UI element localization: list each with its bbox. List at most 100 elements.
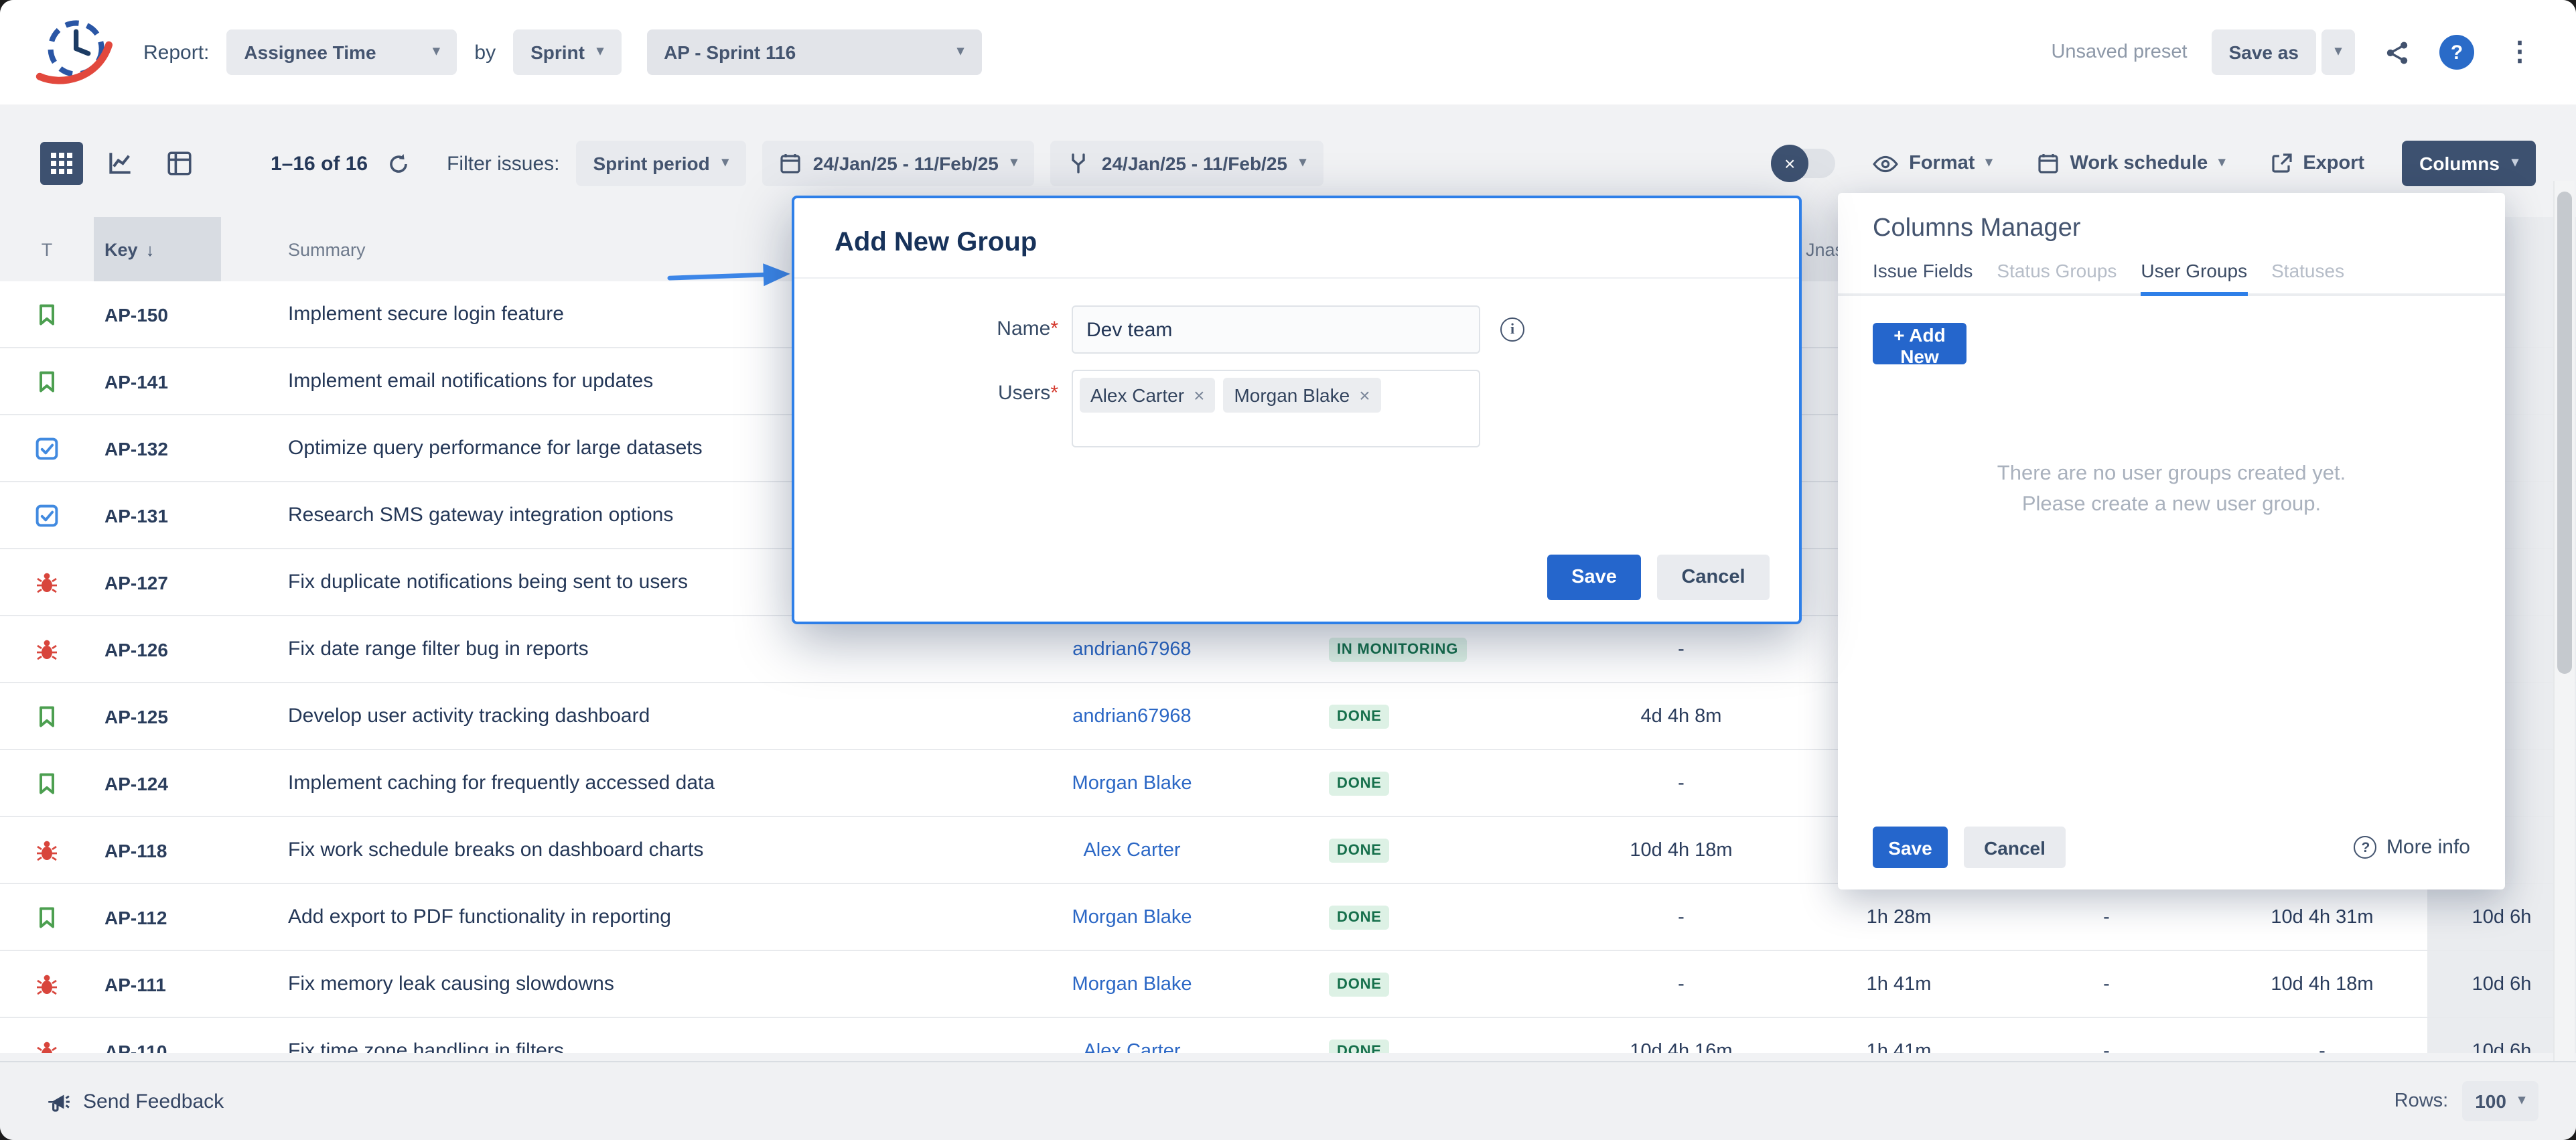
name-label: Name*: [794, 305, 1072, 340]
work-schedule-button[interactable]: Work schedule ▾: [2030, 151, 2234, 175]
add-new-group-modal: Add New Group Name* i Users* Alex Carter…: [792, 196, 1802, 624]
table-row[interactable]: AP-110Fix time zone handling in filtersA…: [0, 1018, 2576, 1053]
format-button[interactable]: Format ▾: [1865, 151, 2000, 175]
report-type-select[interactable]: Assignee Time ▾: [226, 29, 457, 75]
columns-button[interactable]: Columns ▾: [2402, 141, 2536, 186]
assignee-link[interactable]: Morgan Blake: [1072, 906, 1192, 928]
column-header-type[interactable]: T: [0, 239, 94, 259]
time-cell: -: [1996, 973, 2217, 995]
group-name-input[interactable]: [1072, 305, 1480, 354]
tab-user-groups[interactable]: User Groups: [2141, 260, 2247, 296]
time-cell: -: [1996, 906, 2217, 928]
chevron-down-icon: ▾: [597, 46, 603, 59]
assignee-link[interactable]: Alex Carter: [1083, 1040, 1180, 1053]
story-icon: [35, 771, 59, 795]
visibility-toggle[interactable]: ×: [1774, 149, 1835, 178]
tab-issue-fields[interactable]: Issue Fields: [1873, 260, 1973, 293]
status-badge: DONE: [1329, 839, 1390, 863]
grid-view-button[interactable]: [40, 142, 83, 185]
app-logo-icon: [35, 13, 113, 91]
group-by-select[interactable]: Sprint ▾: [513, 29, 621, 75]
save-as-menu-button[interactable]: ▾: [2321, 29, 2355, 75]
issue-key: AP-141: [94, 370, 221, 392]
sort-descending-icon: ↓: [146, 239, 155, 259]
add-new-group-button[interactable]: + Add New Group: [1873, 322, 1966, 364]
eye-icon: [1873, 155, 1898, 172]
users-multiselect[interactable]: Alex Carter×Morgan Blake×: [1072, 370, 1480, 447]
more-info-link[interactable]: ? More info: [2346, 835, 2478, 860]
table-row[interactable]: AP-112Add export to PDF functionality in…: [0, 884, 2576, 951]
time-cell: -: [1561, 973, 1802, 995]
issue-key: AP-124: [94, 772, 221, 794]
help-button[interactable]: ?: [2439, 35, 2474, 70]
toolbar: 1–16 of 16 Filter issues: Sprint period …: [0, 137, 2576, 190]
empty-state-text: There are no user groups created yet. Pl…: [1838, 458, 2505, 520]
send-feedback-button[interactable]: Send Feedback: [38, 1087, 232, 1115]
grid-icon: [51, 153, 72, 174]
assignee-link[interactable]: Morgan Blake: [1072, 973, 1192, 995]
chevron-down-icon: ▾: [722, 157, 729, 170]
period-select[interactable]: Sprint period ▾: [575, 141, 745, 186]
vertical-scrollbar: [2553, 181, 2575, 1061]
story-icon: [35, 704, 59, 728]
bug-icon: [35, 637, 59, 661]
issue-type-cell: [0, 1039, 94, 1053]
info-icon[interactable]: i: [1500, 317, 1524, 342]
pivot-view-button[interactable]: [158, 142, 201, 185]
share-button[interactable]: [2379, 34, 2415, 70]
columns-manager-tabs: Issue Fields Status Groups User Groups Stat…: [1838, 244, 2505, 295]
save-as-button[interactable]: Save as: [2212, 29, 2316, 75]
issue-type-cell: [0, 905, 94, 929]
worklog-range-select[interactable]: 24/Jan/25 - 11/Feb/25 ▾: [1051, 141, 1323, 186]
chart-view-button[interactable]: [99, 142, 142, 185]
question-icon: ?: [2451, 41, 2463, 64]
issue-assignee-cell: Morgan Blake: [1018, 906, 1246, 928]
tab-statuses[interactable]: Statuses: [2271, 260, 2344, 293]
time-cell: 10d 4h 18m: [1561, 839, 1802, 861]
share-icon: [2384, 40, 2410, 65]
refresh-button[interactable]: [384, 149, 412, 177]
issue-summary: Develop user activity tracking dashboard: [221, 705, 1018, 727]
chevron-down-icon: ▾: [957, 46, 964, 59]
tab-status-groups[interactable]: Status Groups: [1997, 260, 2117, 293]
time-cell: 4d 4h 8m: [1561, 705, 1802, 727]
issue-type-cell: [0, 637, 94, 661]
issue-status-cell: DONE: [1246, 904, 1561, 930]
column-header-key[interactable]: Key ↓: [94, 217, 221, 281]
assignee-link[interactable]: Morgan Blake: [1072, 772, 1192, 794]
modal-save-button[interactable]: Save: [1547, 555, 1641, 600]
kebab-menu-button[interactable]: ⋮: [2498, 38, 2541, 67]
issue-status-cell: IN MONITORING: [1246, 636, 1561, 662]
assignee-link[interactable]: andrian67968: [1072, 638, 1191, 660]
issue-summary: Add export to PDF functionality in repor…: [221, 906, 1018, 928]
issue-key: AP-125: [94, 705, 221, 727]
app-window: Report: Assignee Time ▾ by Sprint ▾ AP -…: [0, 0, 2576, 1140]
status-badge: DONE: [1329, 906, 1390, 930]
remove-user-icon[interactable]: ×: [1194, 386, 1204, 405]
story-icon: [35, 369, 59, 393]
issue-assignee-cell: Morgan Blake: [1018, 772, 1246, 794]
pivot-table-icon: [167, 151, 192, 175]
panel-save-button[interactable]: Save: [1873, 827, 1948, 868]
modal-cancel-button[interactable]: Cancel: [1657, 555, 1770, 600]
required-asterisk: *: [1050, 382, 1058, 405]
status-badge: DONE: [1329, 705, 1390, 729]
time-cell: 10d 4h 18m: [2217, 973, 2427, 995]
issue-type-cell: [0, 570, 94, 594]
remove-user-icon[interactable]: ×: [1359, 386, 1370, 405]
sprint-select[interactable]: AP - Sprint 116 ▾: [646, 29, 981, 75]
rows-per-page-select[interactable]: 100 ▾: [2461, 1081, 2538, 1121]
assignee-link[interactable]: Alex Carter: [1083, 839, 1180, 861]
chevron-down-icon: ▾: [1299, 157, 1306, 170]
table-row[interactable]: AP-111Fix memory leak causing slowdownsM…: [0, 951, 2576, 1018]
scrollbar-thumb[interactable]: [2557, 192, 2572, 674]
issue-summary: Fix memory leak causing slowdowns: [221, 973, 1018, 995]
assignee-link[interactable]: andrian67968: [1072, 705, 1191, 727]
report-label: Report:: [143, 41, 209, 64]
time-cell: 1h 41m: [1802, 973, 1996, 995]
panel-cancel-button[interactable]: Cancel: [1964, 827, 2066, 868]
export-button[interactable]: Export: [2263, 151, 2372, 175]
pointer-arrow-annotation: [666, 255, 794, 304]
filter-issues-label: Filter issues:: [447, 152, 559, 175]
date-range-select[interactable]: 24/Jan/25 - 11/Feb/25 ▾: [762, 141, 1035, 186]
